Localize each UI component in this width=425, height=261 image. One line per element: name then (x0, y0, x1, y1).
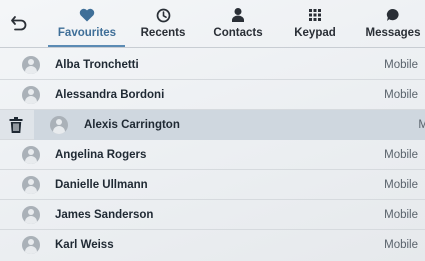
contact-number-type: Mobile (384, 59, 418, 71)
contact-row[interactable]: James Sanderson Mobile (0, 200, 425, 230)
avatar (22, 86, 40, 104)
contact-number-type: Mobile (384, 89, 418, 101)
contact-name: Angelina Rogers (55, 149, 147, 161)
avatar (22, 236, 40, 254)
contact-row[interactable]: Alba Tronchetti Mobile (0, 50, 425, 80)
back-arrow-icon (11, 16, 27, 31)
back-button[interactable] (6, 10, 32, 36)
tab-keypad[interactable]: Keypad (290, 0, 340, 46)
contact-number-type: M (418, 119, 425, 131)
top-bar: Favourites Recents Contacts Keypad Messa… (0, 0, 425, 47)
tab-messages[interactable]: Messages (362, 0, 424, 46)
contact-name: Alessandra Bordoni (55, 89, 165, 101)
contact-number-type: Mobile (384, 179, 418, 191)
contact-number-type: Mobile (384, 149, 418, 161)
avatar (22, 176, 40, 194)
avatar (22, 206, 40, 224)
contact-row-swiped[interactable]: Alexis Carrington M (0, 110, 425, 140)
contact-row[interactable]: Alessandra Bordoni Mobile (0, 80, 425, 110)
contact-row[interactable]: Angelina Rogers Mobile (0, 140, 425, 170)
contact-number-type: Mobile (384, 209, 418, 221)
top-bar-divider (0, 47, 425, 48)
tab-recents-label: Recents (140, 27, 186, 39)
swiped-row-content[interactable]: Alexis Carrington M (34, 110, 425, 140)
avatar (22, 56, 40, 74)
tab-messages-label: Messages (365, 27, 421, 39)
clock-icon (156, 6, 171, 24)
delete-button[interactable] (9, 117, 23, 133)
tab-contacts[interactable]: Contacts (210, 0, 266, 46)
contact-name: Alexis Carrington (84, 119, 180, 131)
keypad-icon (308, 6, 322, 24)
chat-bubble-icon (386, 6, 400, 24)
trash-icon (9, 117, 23, 133)
contact-row[interactable]: Karl Weiss Mobile (0, 230, 425, 260)
contact-name: Alba Tronchetti (55, 59, 139, 71)
heart-icon (79, 6, 95, 24)
avatar (22, 146, 40, 164)
tab-keypad-label: Keypad (294, 27, 336, 39)
avatar (50, 116, 68, 134)
contact-row[interactable]: Danielle Ullmann Mobile (0, 170, 425, 200)
contact-name: James Sanderson (55, 209, 154, 221)
tab-favourites[interactable]: Favourites (52, 0, 122, 46)
contact-number-type: Mobile (384, 239, 418, 251)
person-icon (231, 6, 245, 24)
contact-name: Danielle Ullmann (55, 179, 148, 191)
contact-name: Karl Weiss (55, 239, 114, 251)
tab-contacts-label: Contacts (213, 27, 263, 39)
tab-recents[interactable]: Recents (136, 0, 190, 46)
tab-favourites-label: Favourites (57, 27, 117, 39)
